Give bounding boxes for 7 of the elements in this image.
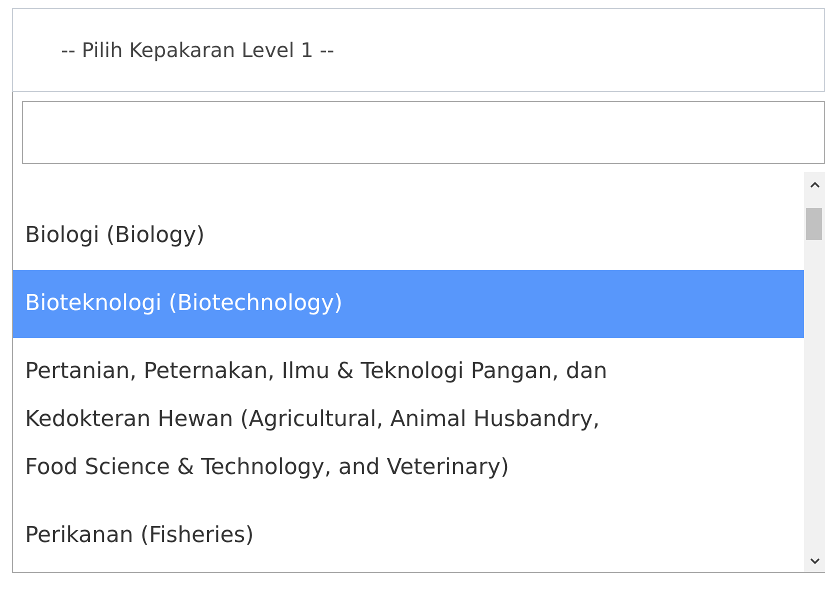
scroll-up-icon[interactable] <box>808 180 821 190</box>
scroll-thumb[interactable] <box>806 208 822 240</box>
scrollbar[interactable] <box>804 172 825 572</box>
select-placeholder: -- Pilih Kepakaran Level 1 -- <box>61 37 334 64</box>
search-field[interactable] <box>22 101 825 164</box>
select-box[interactable]: -- Pilih Kepakaran Level 1 -- <box>12 8 825 92</box>
scroll-down-icon[interactable] <box>808 556 821 566</box>
